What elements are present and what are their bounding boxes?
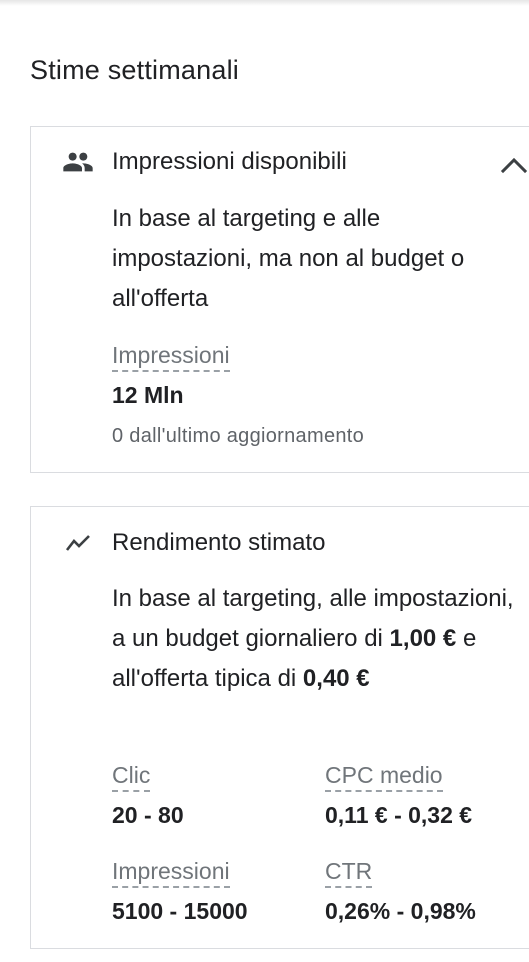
typical-bid-value: 0,40 € [302, 665, 370, 692]
ctr-metric-value: 0,26% - 0,98% [325, 898, 476, 924]
ctr-metric-label[interactable]: CTR [325, 856, 373, 888]
available-impressions-title: Impressioni disponibili [112, 148, 347, 175]
estimated-performance-description: In base al targeting, alle impostazioni,… [112, 579, 517, 699]
page-title: Stime settimanali [30, 55, 239, 85]
daily-budget-value: 1,00 € [389, 625, 457, 652]
impressions-metric-label[interactable]: Impressioni [112, 340, 230, 372]
available-impressions-description: In base al targeting e alle impostazioni… [112, 205, 465, 312]
chevron-up-icon[interactable] [498, 150, 529, 178]
estimated-performance-card [30, 506, 529, 949]
impressions-range-value: 5100 - 15000 [112, 898, 248, 924]
avg-cpc-metric-value: 0,11 € - 0,32 € [325, 802, 473, 828]
avg-cpc-metric-label[interactable]: CPC medio [325, 760, 443, 792]
impressions-metric-note: 0 dall'ultimo aggiornamento [112, 425, 365, 447]
impressions-range-label[interactable]: Impressioni [112, 856, 230, 888]
people-icon [63, 152, 93, 172]
top-shadow [0, 0, 529, 6]
clicks-metric-label[interactable]: Clic [112, 760, 151, 792]
impressions-metric-value: 12 Mln [112, 382, 184, 408]
clicks-metric-value: 20 - 80 [112, 802, 184, 828]
trending-icon [65, 535, 90, 551]
estimated-performance-title: Rendimento stimato [112, 529, 326, 556]
